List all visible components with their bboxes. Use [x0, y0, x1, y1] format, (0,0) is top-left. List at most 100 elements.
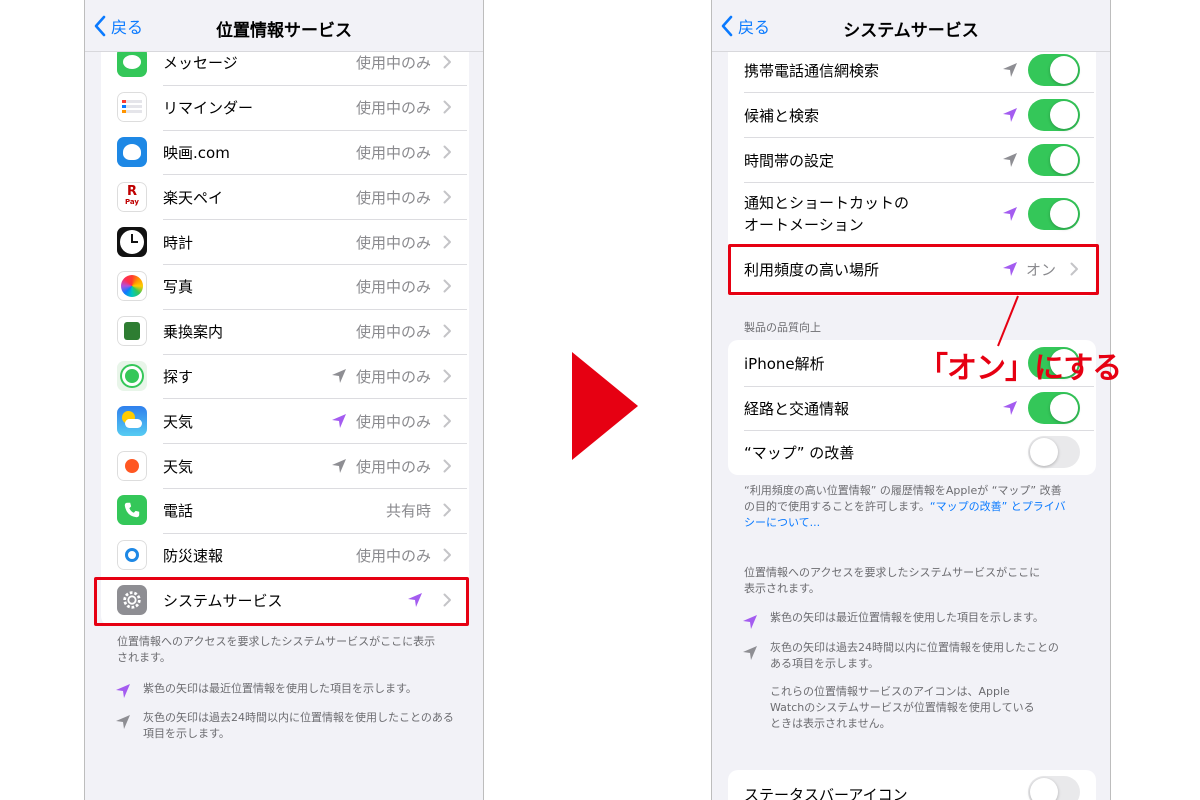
app-name: 探す [163, 367, 194, 386]
toggle-knob [1050, 200, 1078, 228]
service-row[interactable]: 候補と検索 [712, 93, 1110, 137]
app-row[interactable]: 天気 使用中のみ [85, 398, 483, 443]
quality-item-name: 経路と交通情報 [744, 399, 850, 418]
yahoo-weather-icon [117, 450, 147, 481]
gray-arrow-icon [332, 458, 346, 473]
toggle-knob [1050, 146, 1078, 174]
service-name: 通知とショートカットの オートメーション [744, 192, 909, 236]
system-services-screen: 戻る システムサービス 携帯電話通信網検索候補と検索 時間帯の設定通知とショートカ… [711, 0, 1111, 800]
quality-toggle[interactable] [1028, 436, 1080, 469]
watch-note-line-1: これらの位置情報サービスのアイコンは、Apple [770, 685, 1010, 698]
disaster-alert-icon [117, 540, 147, 571]
gray-arrow-icon [332, 368, 346, 383]
app-name: 天気 [163, 457, 194, 476]
highlight-system-services [94, 577, 469, 626]
service-toggle[interactable] [1028, 99, 1080, 131]
app-name: 乗換案内 [163, 323, 224, 342]
purple-arrow-icon [1003, 207, 1017, 221]
service-toggle[interactable] [1028, 54, 1080, 86]
purple-arrow-icon [332, 413, 346, 428]
highlight-frequent-locations [728, 244, 1099, 295]
service-row[interactable]: 時間帯の設定 [712, 138, 1110, 182]
quality-toggle[interactable] [1028, 391, 1080, 424]
eiga-com-icon [117, 136, 147, 167]
watch-note: これらの位置情報サービスのアイコンは、Apple Watchのシステムサービスが… [770, 684, 1100, 732]
app-row[interactable]: 防災速報 使用中のみ [85, 533, 483, 578]
maps-privacy-link[interactable]: “マップの改善” とプライバ [930, 500, 1066, 513]
app-row[interactable]: 写真 使用中のみ [85, 264, 483, 309]
rakuten-pay-icon: R Pay [117, 181, 147, 212]
quality-row[interactable]: 経路と交通情報 [712, 386, 1110, 431]
permission-value: 使用中のみ [355, 367, 431, 386]
chevron-right-icon [443, 235, 451, 249]
chevron-right-icon [443, 369, 451, 383]
callout-text: 「オン」にする [918, 351, 1122, 386]
app-row[interactable]: 乗換案内 使用中のみ [85, 309, 483, 354]
chevron-right-icon [443, 324, 451, 338]
page-title: 位置情報サービス [216, 21, 352, 41]
footer-text-line-2: 表示されます。 [744, 582, 820, 595]
nav-bar: 戻る 位置情報サービス [85, 0, 483, 52]
permission-value: 使用中のみ [355, 547, 431, 566]
chevron-right-icon [443, 190, 451, 204]
purple-arrow-icon [743, 615, 757, 629]
app-row[interactable]: R Pay 楽天ペイ 使用中のみ [85, 174, 483, 219]
nav-bar: 戻る システムサービス [712, 0, 1110, 52]
purple-arrow-icon [1003, 108, 1017, 122]
location-services-screen: 戻る 位置情報サービス メッセージ 使用中のみ リマインダー 使用中のみ 映画.com 使… [84, 0, 484, 800]
next-step-arrow-icon [572, 352, 638, 460]
watch-note-line-2: Watchのシステムサービスが位置情報を使用している [770, 701, 1035, 714]
permission-value: 使用中のみ [355, 99, 431, 118]
chevron-right-icon [443, 459, 451, 473]
gray-arrow-icon [743, 646, 757, 660]
app-name: 防災速報 [163, 547, 224, 566]
permission-value: 使用中のみ [355, 278, 431, 297]
chevron-right-icon [443, 145, 451, 159]
service-row[interactable]: 通知とショートカットの オートメーション [712, 183, 1110, 245]
status-bar-icon-label: ステータスバーアイコン [744, 786, 908, 800]
toggle-knob [1030, 438, 1058, 467]
app-name: 電話 [163, 502, 194, 521]
legend-gray: 灰色の矢印は過去24時間以内に位置情報を使用したことの ある項目を示します。 [770, 640, 1100, 672]
app-name: 映画.com [163, 143, 230, 162]
quality-footer: “利用頻度の高い位置情報” の履歴情報をAppleが “マップ” 改善 の目的で… [744, 483, 1096, 531]
app-row[interactable]: 天気 使用中のみ [85, 443, 483, 488]
service-name-line-1: 通知とショートカットの [744, 194, 910, 212]
permission-value: 使用中のみ [355, 188, 431, 207]
app-row[interactable]: 時計 使用中のみ [85, 219, 483, 264]
footer-text: 位置情報へのアクセスを要求したシステムサービスがここに表示されます。 [117, 635, 436, 664]
quality-item-name: iPhone解析 [744, 355, 825, 374]
app-row[interactable]: リマインダー 使用中のみ [85, 85, 483, 130]
status-bar-icon-toggle[interactable] [1028, 776, 1080, 800]
photos-icon [117, 271, 147, 302]
quality-footer-text-2: の目的で使用することを許可します。 [744, 500, 930, 513]
service-row[interactable]: 携帯電話通信網検索 [712, 48, 1110, 92]
weather-icon [117, 405, 147, 436]
quality-item-name: “マップ” の改善 [744, 444, 855, 463]
reminders-icon [117, 92, 147, 123]
service-name: 携帯電話通信網検索 [744, 62, 880, 80]
permission-value: 使用中のみ [355, 412, 431, 431]
gray-arrow-icon [1003, 63, 1017, 77]
legend-gray: 灰色の矢印は過去24時間以内に位置情報を使用したことのある項目を示します。 [143, 711, 454, 740]
legend-gray-line-2: ある項目を示します。 [770, 657, 879, 670]
service-toggle[interactable] [1028, 144, 1080, 176]
find-my-icon [117, 360, 147, 391]
app-row[interactable]: 電話 共有時 [85, 488, 483, 533]
footer-text: 位置情報へのアクセスを要求したシステムサービスがここに 表示されます。 [744, 565, 1096, 597]
service-toggle[interactable] [1028, 198, 1080, 230]
phone-icon [117, 495, 147, 526]
app-row[interactable]: 映画.com 使用中のみ [85, 130, 483, 175]
quality-row[interactable]: “マップ” の改善 [712, 430, 1110, 475]
service-name-line-2: オートメーション [744, 216, 864, 234]
maps-privacy-link-2[interactable]: シーについて... [744, 515, 1096, 531]
app-name: 時計 [163, 233, 194, 252]
app-name: 天気 [163, 412, 194, 431]
quality-footer-line-1: “利用頻度の高い位置情報” の履歴情報をAppleが “マップ” 改善 [744, 484, 1062, 497]
chevron-right-icon [443, 279, 451, 293]
status-bar-icon-row: ステータスバーアイコン [728, 770, 1096, 800]
permission-value: 使用中のみ [355, 54, 431, 73]
chevron-right-icon [443, 503, 451, 517]
quality-footer-line-2: の目的で使用することを許可します。“マップの改善” とプライバ [744, 499, 1096, 515]
app-row[interactable]: 探す 使用中のみ [85, 354, 483, 399]
